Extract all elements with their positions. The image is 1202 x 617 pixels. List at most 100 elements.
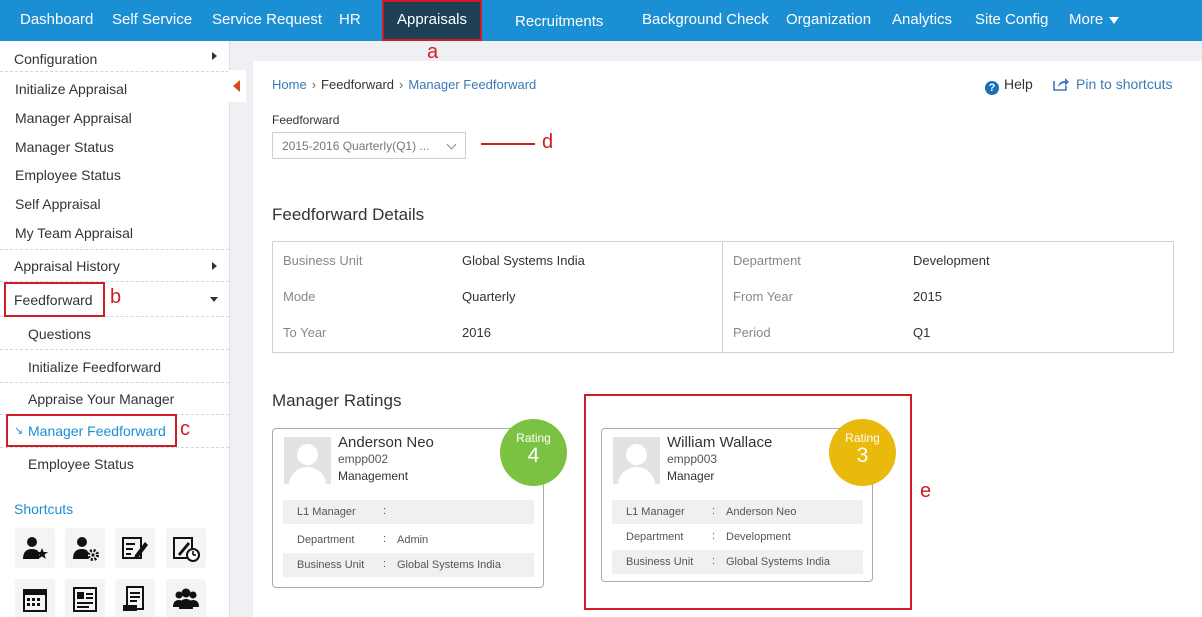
info-row: Department: Admin bbox=[283, 528, 534, 552]
nav-background-check[interactable]: Background Check bbox=[642, 0, 769, 41]
info-colon: : bbox=[383, 505, 387, 517]
rating-value: 4 bbox=[527, 444, 540, 467]
user-gear-icon[interactable] bbox=[65, 528, 105, 568]
feedforward-select[interactable]: 2015-2016 Quarterly(Q1) ... bbox=[272, 132, 466, 159]
rating-badge: Rating 4 bbox=[500, 419, 567, 486]
nav-dashboard[interactable]: Dashboard bbox=[20, 0, 93, 41]
sidebar-item-my-team-appraisal[interactable]: My Team Appraisal bbox=[0, 225, 229, 250]
nav-recruitments[interactable]: Recruitments bbox=[515, 2, 603, 43]
detail-label: Department bbox=[733, 253, 801, 268]
nav-site-config[interactable]: Site Config bbox=[975, 0, 1048, 41]
employee-name: Anderson Neo bbox=[338, 434, 434, 451]
details-table: Business Unit Global Systems India Depar… bbox=[272, 241, 1174, 353]
nav-self-service[interactable]: Self Service bbox=[112, 0, 192, 41]
rating-card: Anderson Neo empp002 Management Rating 4… bbox=[272, 419, 567, 588]
annotation-line-d bbox=[481, 143, 535, 145]
sidebar-item-employee-status[interactable]: Employee Status bbox=[0, 167, 229, 183]
breadcrumb-home[interactable]: Home bbox=[272, 77, 307, 92]
chevron-down-icon bbox=[446, 139, 457, 150]
sidebar-item-employee-status-ff[interactable]: Employee Status bbox=[0, 456, 229, 472]
nav-appraisals[interactable]: Appraisals bbox=[382, 0, 482, 41]
breadcrumb-separator: › bbox=[311, 77, 317, 92]
info-colon: : bbox=[383, 533, 387, 545]
id-card-icon[interactable] bbox=[65, 579, 105, 617]
nav-analytics[interactable]: Analytics bbox=[892, 0, 952, 41]
nav-more-label: More bbox=[1069, 11, 1104, 28]
calendar-icon[interactable] bbox=[15, 579, 55, 617]
info-row: Business Unit: Global Systems India bbox=[283, 553, 534, 577]
sidebar-item-label: Appraisal History bbox=[14, 258, 120, 274]
ratings-title: Manager Ratings bbox=[272, 391, 402, 410]
help-label: Help bbox=[1004, 76, 1033, 92]
pin-label: Pin to shortcuts bbox=[1076, 76, 1173, 92]
chevron-right-icon bbox=[212, 52, 217, 60]
sidebar-item-label: Configuration bbox=[14, 51, 98, 67]
nav-hr[interactable]: HR bbox=[339, 0, 361, 41]
avatar bbox=[284, 437, 331, 484]
sidebar-item-questions[interactable]: Questions bbox=[0, 317, 229, 350]
info-key: Business Unit bbox=[297, 559, 365, 571]
shortcuts-title: Shortcuts bbox=[14, 501, 74, 517]
form-clock-icon[interactable] bbox=[166, 528, 206, 568]
annotation-d: d bbox=[542, 131, 554, 153]
info-key: Department bbox=[297, 534, 355, 546]
info-value: Global Systems India bbox=[397, 559, 501, 571]
pin-to-shortcuts-link[interactable]: Pin to shortcuts bbox=[1053, 76, 1173, 92]
form-edit-icon[interactable] bbox=[115, 528, 155, 568]
collapse-left-icon bbox=[233, 80, 240, 92]
detail-value: Global Systems India bbox=[462, 253, 585, 268]
sidebar-item-initialize-feedforward[interactable]: Initialize Feedforward bbox=[0, 350, 229, 383]
help-icon: ? bbox=[985, 81, 999, 95]
annotation-box-e bbox=[584, 394, 912, 610]
caret-down-icon bbox=[210, 297, 218, 302]
nav-organization[interactable]: Organization bbox=[786, 0, 871, 41]
detail-label: Period bbox=[733, 325, 771, 340]
sidebar-item-initialize-appraisal[interactable]: Initialize Appraisal bbox=[0, 81, 229, 97]
sidebar-item-configuration[interactable]: Configuration bbox=[0, 41, 229, 72]
rating-label: Rating bbox=[516, 431, 551, 445]
annotation-box-b bbox=[4, 282, 105, 317]
document-icon[interactable] bbox=[115, 579, 155, 617]
annotation-e: e bbox=[920, 480, 932, 502]
detail-value: 2015 bbox=[913, 289, 942, 304]
employee-role: Management bbox=[338, 469, 409, 483]
detail-value: Development bbox=[913, 253, 990, 268]
detail-label: Mode bbox=[283, 289, 316, 304]
sidebar-item-appraisal-history[interactable]: Appraisal History bbox=[0, 250, 229, 282]
annotation-b: b bbox=[110, 286, 122, 308]
detail-label: Business Unit bbox=[283, 253, 363, 268]
sidebar-item-manager-appraisal[interactable]: Manager Appraisal bbox=[0, 110, 229, 126]
sidebar: Configuration Initialize Appraisal Manag… bbox=[0, 41, 230, 617]
group-icon[interactable] bbox=[166, 579, 206, 617]
help-link[interactable]: ? Help bbox=[985, 76, 1033, 95]
feedforward-select-label: Feedforward bbox=[272, 113, 340, 127]
info-colon: : bbox=[383, 558, 387, 570]
annotation-box-c bbox=[6, 414, 177, 447]
info-value: Admin bbox=[397, 534, 429, 546]
main-panel: Home › Feedforward › Manager Feedforward ? He… bbox=[253, 61, 1202, 617]
share-icon bbox=[1053, 78, 1069, 91]
table-divider bbox=[722, 242, 723, 352]
sidebar-item-appraise-your-manager[interactable]: Appraise Your Manager bbox=[0, 383, 229, 415]
nav-service-request[interactable]: Service Request bbox=[212, 0, 322, 41]
breadcrumb-separator: › bbox=[399, 77, 404, 92]
caret-down-icon bbox=[1109, 16, 1120, 24]
annotation-c: c bbox=[180, 418, 190, 440]
detail-label: To Year bbox=[283, 325, 327, 340]
sidebar-item-self-appraisal[interactable]: Self Appraisal bbox=[0, 196, 229, 212]
breadcrumb-feedforward[interactable]: Feedforward bbox=[321, 77, 394, 92]
detail-label: From Year bbox=[733, 289, 793, 304]
breadcrumb-current: Manager Feedforward bbox=[408, 77, 537, 92]
details-title: Feedforward Details bbox=[272, 205, 425, 224]
detail-value: Quarterly bbox=[462, 289, 516, 304]
sidebar-collapse-toggle[interactable] bbox=[228, 70, 246, 102]
sidebar-item-manager-status[interactable]: Manager Status bbox=[0, 139, 229, 155]
user-star-icon[interactable] bbox=[15, 528, 55, 568]
info-key: L1 Manager bbox=[297, 506, 356, 518]
info-row: L1 Manager: bbox=[283, 500, 534, 524]
top-nav: Dashboard Self Service Service Request H… bbox=[0, 0, 1202, 41]
nav-more[interactable]: More bbox=[1069, 0, 1120, 41]
chevron-right-icon bbox=[212, 261, 217, 270]
employee-id: empp002 bbox=[338, 452, 389, 466]
feedforward-select-value: 2015-2016 Quarterly(Q1) ... bbox=[282, 139, 430, 153]
